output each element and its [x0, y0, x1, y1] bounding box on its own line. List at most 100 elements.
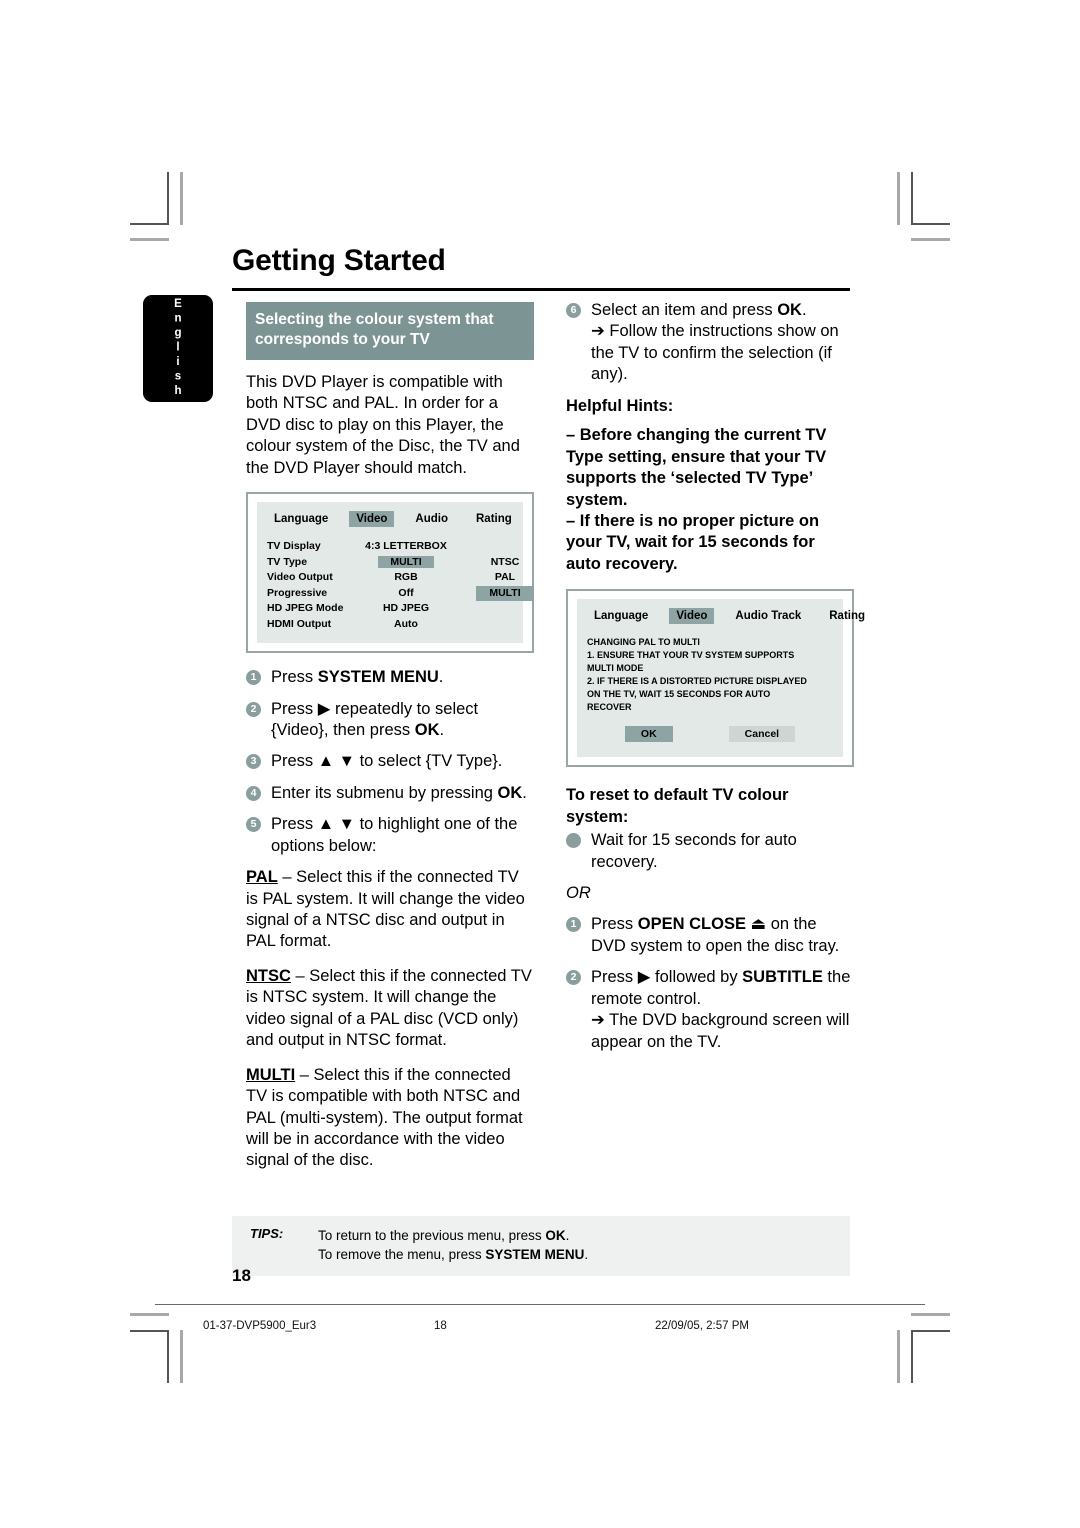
tips-label: TIPS: [250, 1226, 284, 1241]
step-item: 5 Press ▲ ▼ to highlight one of the optio… [246, 814, 534, 857]
osd-setting-value: MULTI [351, 555, 461, 571]
footer-timestamp: 22/09/05, 2:57 PM [655, 1320, 749, 1332]
crop-mark-bottom-right-horizontal [911, 1330, 950, 1332]
step-number: 1 [246, 670, 261, 686]
step-number: 2 [566, 970, 581, 986]
helpful-hint: – If there is no proper picture on your … [566, 511, 820, 573]
reset-heading: To reset to default TV colour system: [566, 786, 789, 826]
osd-message-line: 1. ENSURE THAT YOUR TV SYSTEM SUPPORTS [587, 650, 795, 661]
osd-setting-value: Auto [394, 617, 418, 630]
language-side-tab: English [143, 295, 213, 402]
osd-setting-row[interactable]: HD JPEG Mode HD JPEG [267, 601, 513, 617]
osd-setting-row[interactable]: HDMI Output Auto [267, 617, 513, 633]
step-item: 3 Press ▲ ▼ to select {TV Type}. [246, 751, 534, 772]
osd-setting-label: HD JPEG Mode [267, 602, 344, 615]
osd-tab[interactable]: Video [349, 511, 395, 528]
option-text: – Select this if the connected TV is PAL… [246, 868, 525, 951]
crop-mark-top-left-vertical [167, 172, 169, 225]
bullet-dot-icon [566, 833, 581, 849]
osd-tv-type-submenu: NTSC PAL MULTI [463, 539, 547, 602]
step-item: 4 Enter its submenu by pressing OK. [246, 783, 534, 804]
osd-setting-value: 4:3 LETTERBOX [365, 540, 447, 553]
tips-line-2: To remove the menu, press SYSTEM MENU. [318, 1247, 589, 1263]
intro-paragraph: This DVD Player is compatible with both … [246, 372, 520, 477]
crop-mark-bottom-left-bleed-horizontal [130, 1313, 169, 1316]
osd-submenu-option[interactable]: PAL [463, 570, 547, 586]
osd-tab[interactable]: Rating [822, 608, 872, 624]
crop-mark-top-right-bleed-horizontal [911, 238, 950, 241]
left-column: Selecting the colour system that corresp… [246, 302, 534, 1185]
option-term: PAL [246, 868, 278, 887]
osd-tab[interactable]: Video [669, 608, 715, 625]
helpful-hints-title: Helpful Hints: [566, 396, 674, 415]
step-text: Enter its submenu by pressing OK. [271, 783, 527, 802]
osd-confirm-dialog: Language Video Audio Track Rating CHANGING … [577, 599, 865, 758]
title-divider [232, 288, 850, 291]
osd-message-line: CHANGING PAL TO MULTI [587, 637, 700, 648]
step-6: 6 Select an item and press OK. ➔ Follow … [566, 300, 854, 386]
footer-divider [155, 1304, 925, 1305]
osd-dialog-button[interactable]: Cancel [728, 726, 796, 743]
step-number: 5 [246, 817, 261, 833]
osd-video-menu-screenshot: Language Video Audio Rating TV Display 4:3 L… [246, 492, 534, 654]
language-side-tab-label: English [172, 297, 184, 400]
left-step-list: 1 Press SYSTEM MENU. 2 Press ▶ repeatedly t… [246, 667, 534, 857]
osd-tab[interactable]: Rating [469, 511, 519, 527]
crop-mark-top-right-vertical [911, 172, 913, 225]
step-item: 1 Press SYSTEM MENU. [246, 667, 534, 688]
osd-message-line: MULTI MODE [587, 663, 644, 674]
osd-setting-value: RGB [394, 571, 418, 584]
osd-video-menu: Language Video Audio Rating TV Display 4:3 L… [257, 502, 534, 644]
reset-bullet-item: Wait for 15 seconds for auto recovery. [566, 830, 854, 873]
osd-dialog-button[interactable]: OK [624, 726, 673, 743]
crop-mark-bottom-right-bleed-horizontal [911, 1313, 950, 1316]
helpful-hint: – Before changing the current TV Type se… [566, 426, 827, 509]
step-text: Press ▶ repeatedly to select {Video}, th… [271, 699, 479, 739]
step-number: 6 [566, 303, 581, 318]
crop-mark-bottom-right-bleed-vertical [897, 1330, 900, 1383]
crop-mark-bottom-right-vertical [911, 1330, 913, 1383]
step-text: Press ▲ ▼ to select {TV Type}. [271, 752, 503, 771]
or-label: OR [566, 884, 591, 902]
option-term: MULTI [246, 1065, 296, 1084]
step-result: ➔ The DVD background screen will appear … [591, 1011, 850, 1051]
crop-mark-top-right-bleed-vertical [897, 172, 900, 225]
osd-video-menu-tabs: Language Video Audio Rating [267, 511, 513, 528]
reset-step-item: 2 Press ▶ followed by SUBTITLE the remote… [566, 967, 854, 1053]
osd-submenu-option[interactable] [463, 539, 547, 555]
option-description: PAL – Select this if the connected TV is… [246, 867, 534, 953]
step-text: Press ▶ followed by SUBTITLE the remote … [591, 968, 851, 1051]
osd-setting-label: Progressive [267, 586, 328, 599]
crop-mark-top-left-bleed-vertical [180, 172, 183, 225]
osd-message-line: RECOVER [587, 702, 632, 713]
osd-submenu-option[interactable]: MULTI [463, 585, 547, 602]
osd-setting-label: HDMI Output [267, 617, 332, 630]
osd-setting-label: Video Output [267, 571, 333, 584]
osd-submenu-option[interactable]: NTSC [463, 555, 547, 571]
crop-mark-bottom-left-bleed-vertical [180, 1330, 183, 1383]
osd-tab[interactable]: Audio Track [728, 608, 808, 624]
osd-tab[interactable]: Language [587, 608, 655, 624]
step-number: 4 [246, 785, 261, 801]
osd-confirm-dialog-message: CHANGING PAL TO MULTI 1. ENSURE THAT YOUR… [587, 636, 833, 714]
step-text: Press SYSTEM MENU. [271, 668, 444, 687]
osd-setting-label: TV Display [267, 540, 321, 553]
osd-message-line: 2. IF THERE IS A DISTORTED PICTURE DISPL… [587, 676, 807, 687]
tips-line-1: To return to the previous menu, press OK… [318, 1228, 570, 1243]
page-number: 18 [232, 1266, 251, 1285]
osd-setting-value: HD JPEG [382, 602, 430, 615]
osd-confirm-dialog-buttons: OK Cancel [587, 726, 833, 746]
option-description: MULTI – Select this if the connected TV … [246, 1065, 534, 1172]
step-number: 2 [246, 701, 261, 717]
osd-tab[interactable]: Audio [408, 511, 455, 527]
manual-page: Getting Started English Selecting the co… [0, 0, 1080, 1528]
reset-step-list: 1 Press OPEN CLOSE ⏏ on the DVD system to… [566, 914, 854, 1053]
reset-step-item: 1 Press OPEN CLOSE ⏏ on the DVD system to… [566, 914, 854, 957]
step-text: Press ▲ ▼ to highlight one of the option… [271, 815, 518, 855]
osd-message-line: ON THE TV, WAIT 15 SECONDS FOR AUTO [587, 689, 771, 700]
helpful-hints-list: – Before changing the current TV Type se… [566, 425, 854, 575]
osd-confirm-dialog-tabs: Language Video Audio Track Rating [587, 608, 865, 625]
osd-tab[interactable]: Language [267, 511, 335, 527]
footer-file-name: 01-37-DVP5900_Eur3 [203, 1320, 317, 1332]
osd-confirm-dialog-screenshot: Language Video Audio Track Rating CHANGING … [566, 589, 865, 768]
